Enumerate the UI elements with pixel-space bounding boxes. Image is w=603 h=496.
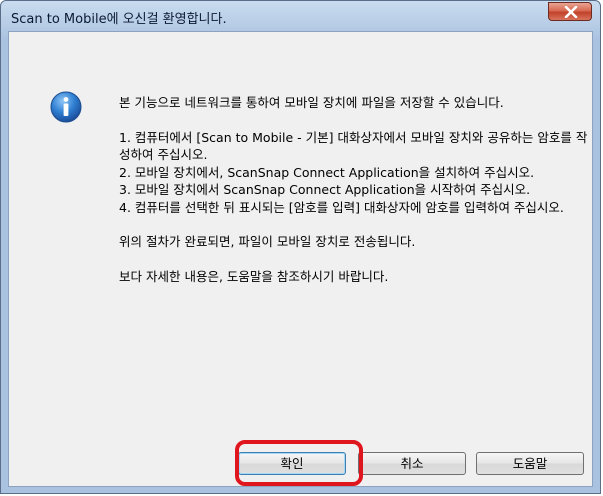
- help-note-text: 보다 자세한 내용은, 도움말을 참조하시기 바랍니다.: [119, 268, 389, 284]
- cancel-button[interactable]: 취소: [358, 452, 466, 475]
- help-button[interactable]: 도움말: [476, 452, 584, 475]
- dialog-window: Scan to Mobile에 오신걸 환영합니다. 본 기능으로 네트워크를 …: [0, 0, 601, 494]
- step-2: 2. 모바일 장치에서, ScanSnap Connect Applicatio…: [119, 164, 535, 180]
- message-text: 본 기능으로 네트워크를 통하여 모바일 장치에 파일을 저장할 수 있습니다.…: [119, 94, 589, 285]
- step-4: 4. 컴퓨터를 선택한 뒤 표시되는 [암호를 입력] 대화상자에 암호를 입력…: [119, 199, 564, 215]
- info-icon: [50, 91, 82, 123]
- step-3: 3. 모바일 장치에서 ScanSnap Connect Application…: [119, 182, 531, 197]
- close-button[interactable]: [548, 2, 592, 21]
- title-bar[interactable]: Scan to Mobile에 오신걸 환영합니다.: [1, 1, 600, 33]
- step-1: 1. 컴퓨터에서 [Scan to Mobile - 기본] 대화상자에서 모바…: [119, 129, 588, 163]
- ok-button-highlight: [235, 440, 363, 486]
- window-title: Scan to Mobile에 오신걸 환영합니다.: [11, 12, 227, 27]
- dialog-body: 본 기능으로 네트워크를 통하여 모바일 장치에 파일을 저장할 수 있습니다.…: [8, 31, 593, 487]
- intro-text: 본 기능으로 네트워크를 통하여 모바일 장치에 파일을 저장할 수 있습니다.: [119, 95, 504, 110]
- close-icon: [564, 6, 578, 18]
- completion-text: 위의 절차가 완료되면, 파일이 모바일 장치로 전송됩니다.: [119, 234, 416, 249]
